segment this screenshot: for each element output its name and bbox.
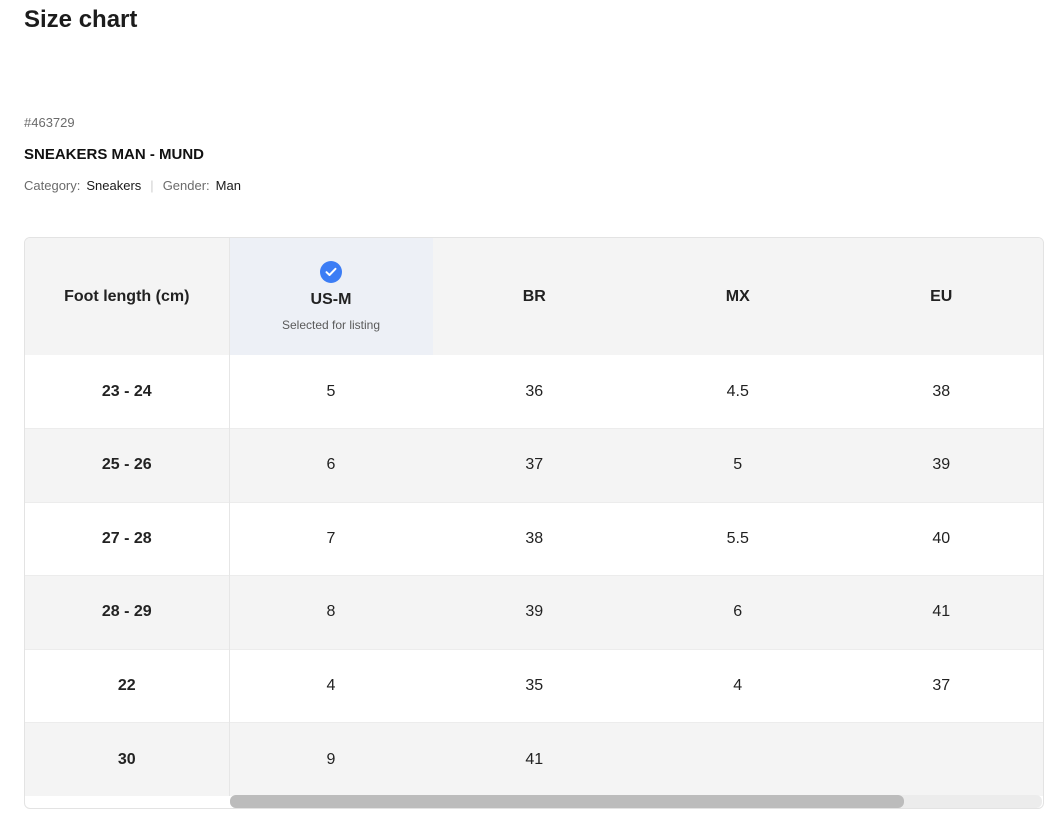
table-cell: 6 [636,575,840,649]
table-cell: 35 [432,648,636,723]
table-cell: 4.5 [726,382,749,400]
table-cell: 39 [432,575,636,649]
column-header-label: US-M [310,291,352,308]
column-header-us-m[interactable]: US-M Selected for listing [229,238,433,355]
table-row: 30 9 41 [25,722,1043,796]
foot-length-cell: 23 - 24 [25,355,230,429]
column-header-br[interactable]: BR [433,238,637,355]
size-chart-table: Foot length (cm) US-M Selected for listi… [25,238,1043,796]
table-cell: 38 [932,382,951,400]
foot-length-cell: 27 - 28 [25,501,230,576]
foot-length-cell: 22 [25,648,230,723]
table-row: 22 4 35 4 37 [25,648,1043,723]
product-id: #463729 [24,115,75,130]
table-cell: 9 [229,722,433,796]
horizontal-scrollbar[interactable] [230,795,1042,808]
table-cell: 40 [839,501,1043,576]
table-row: 28 - 29 8 39 6 41 [25,575,1043,649]
column-header-mx[interactable]: MX [636,238,840,355]
table-cell: 8 [229,575,433,649]
table-cell: 7 [229,501,433,576]
gender-label: Gender: [162,178,210,193]
foot-length-cell: 28 - 29 [25,575,230,649]
selected-for-listing-note: Selected for listing [281,318,381,332]
table-row: 25 - 26 6 37 5 39 [25,428,1043,502]
page-title: Size chart [24,6,138,33]
table-cell: 4 [636,648,840,723]
check-circle-icon [320,261,342,283]
table-cell: 5 [326,382,336,400]
product-name: SNEAKERS MAN - MUND [24,146,204,163]
table-cell: 6 [229,428,433,502]
size-chart-table-container: Foot length (cm) US-M Selected for listi… [24,237,1044,809]
foot-length-cell: 25 - 26 [25,428,230,502]
table-cell: 5 [636,428,840,502]
table-cell: 4 [229,648,433,723]
table-cell: 38 [432,501,636,576]
table-cell [636,722,840,796]
table-cell: 37 [839,648,1043,723]
foot-length-cell: 30 [25,722,230,796]
scrollbar-thumb[interactable] [230,795,904,808]
table-header-row: Foot length (cm) US-M Selected for listi… [25,238,1043,355]
table-row: 27 - 28 7 38 5.5 40 [25,501,1043,576]
column-header-foot-length: Foot length (cm) [25,238,230,355]
column-header-eu[interactable]: EU [840,238,1044,355]
product-meta: Category: Sneakers | Gender: Man [24,178,241,193]
gender-value: Man [215,178,241,193]
meta-separator: | [150,178,154,193]
category-value: Sneakers [86,178,142,193]
table-cell: 37 [432,428,636,502]
table-cell: 41 [839,575,1043,649]
table-cell: 39 [839,428,1043,502]
table-cell: 41 [432,722,636,796]
table-row: 23 - 24 5 36 4.5 38 [25,355,1043,429]
category-label: Category: [24,178,81,193]
table-cell: 5.5 [636,501,840,576]
table-cell: 36 [525,382,544,400]
table-cell [839,722,1043,796]
